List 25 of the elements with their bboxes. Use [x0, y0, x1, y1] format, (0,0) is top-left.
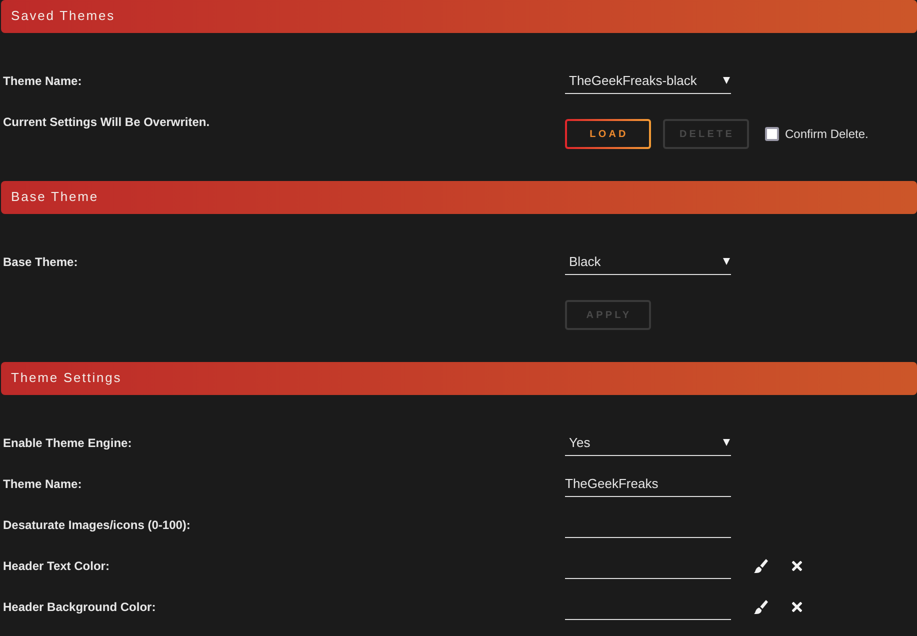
field-label: Header Background Color: [3, 600, 156, 614]
field-label: Enable Theme Engine: [3, 436, 132, 450]
field-label: Desaturate Images/icons (0-100): [3, 518, 190, 532]
caret-icon [723, 438, 730, 446]
paint-brush-icon[interactable] [754, 600, 768, 614]
caret-icon [723, 76, 730, 84]
dropdown-field[interactable]: Yes [565, 429, 731, 456]
section-header: Theme Settings [1, 362, 917, 395]
field-label: Current Settings Will Be Overwriten. [3, 114, 210, 128]
field-label: Theme Name: [3, 74, 82, 88]
checkbox-label[interactable]: Confirm Delete. [785, 127, 868, 141]
dropdown-field[interactable]: Black [565, 248, 731, 275]
dropdown-field[interactable]: TheGeekFreaks-black [565, 67, 731, 94]
checkbox[interactable] [765, 127, 779, 141]
section-header: Saved Themes [1, 0, 917, 33]
paint-brush-icon[interactable] [754, 558, 768, 572]
input-field[interactable]: TheGeekFreaks [565, 470, 731, 497]
field-label: Header Text Color: [3, 558, 110, 572]
field-label: Base Theme: [3, 254, 78, 268]
action-button[interactable]: LOAD [565, 119, 651, 149]
section-header: Base Theme [1, 181, 917, 214]
caret-icon [723, 258, 730, 264]
cross-icon[interactable] [792, 560, 802, 570]
field-label: Theme Name: [3, 476, 82, 490]
cross-icon[interactable] [792, 602, 802, 612]
